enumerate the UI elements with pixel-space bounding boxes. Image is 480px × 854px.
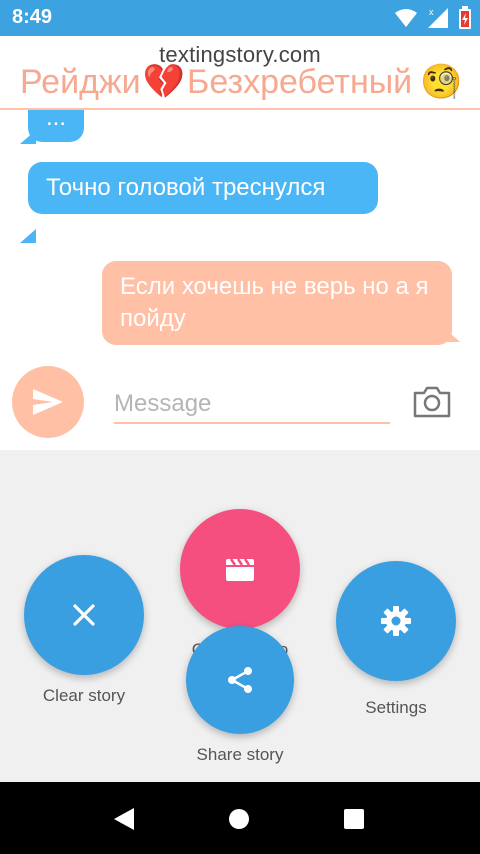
- message-bubble-right: Если хочешь не верь но а я пойду: [102, 261, 452, 345]
- create-video-button[interactable]: [180, 509, 300, 629]
- bubble-tail: [444, 328, 460, 342]
- battery-icon: [459, 6, 471, 29]
- close-icon: [73, 604, 95, 626]
- share-story-button[interactable]: [186, 626, 294, 734]
- bubble-tail: [20, 229, 36, 243]
- home-icon[interactable]: [228, 808, 250, 830]
- cell-signal-icon: x: [428, 7, 448, 28]
- recents-icon[interactable]: [343, 808, 365, 830]
- wifi-icon: [395, 9, 417, 27]
- share-story-label: Share story: [196, 745, 284, 764]
- send-button[interactable]: [12, 366, 84, 438]
- settings-button[interactable]: [336, 561, 456, 681]
- contact-name-part2: Безхребетный: [187, 62, 413, 101]
- message-text: ...: [46, 110, 67, 131]
- broken-heart-emoji: 💔: [142, 63, 186, 101]
- clear-story-label: Clear story: [42, 686, 126, 705]
- watermark: textingstory.com: [159, 42, 321, 67]
- status-bar: 8:49 x: [0, 0, 480, 36]
- message-input[interactable]: [114, 386, 390, 424]
- gear-icon: [381, 606, 411, 636]
- status-time: 8:49: [12, 6, 53, 28]
- svg-text:x: x: [429, 7, 434, 17]
- clear-story-button[interactable]: [24, 555, 144, 675]
- movie-clapper-icon: [226, 558, 254, 581]
- contact-name[interactable]: Рейджи 💔 Безхребетный 🧐: [20, 62, 463, 102]
- navigation-bar: [0, 782, 480, 854]
- message-bubble-left: Точно головой треснулся: [28, 162, 378, 214]
- share-icon: [228, 667, 252, 693]
- back-icon[interactable]: [112, 806, 136, 832]
- monocle-face-emoji: 🧐: [420, 63, 463, 101]
- message-bubble-left: ...: [28, 110, 84, 142]
- camera-icon[interactable]: [412, 384, 452, 420]
- message-text: Точно головой треснулся: [46, 174, 326, 201]
- settings-label: Settings: [365, 698, 427, 717]
- contact-name-part1: Рейджи: [20, 62, 141, 101]
- status-icons: x: [394, 4, 472, 32]
- message-text: Если хочешь не верь но а я пойду: [120, 273, 429, 332]
- bubble-tail: [20, 130, 36, 144]
- send-icon: [33, 389, 63, 415]
